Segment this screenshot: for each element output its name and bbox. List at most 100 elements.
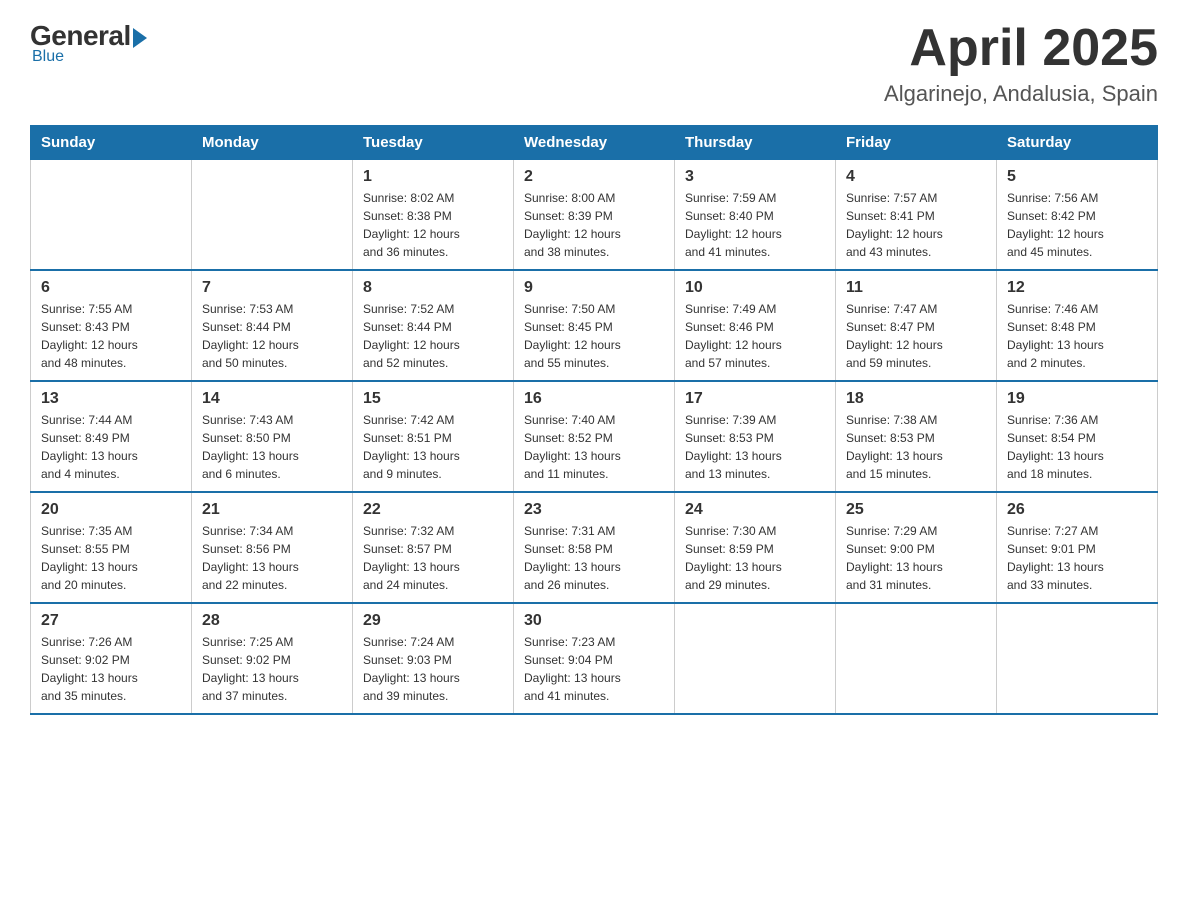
- day-info: Sunrise: 7:46 AM Sunset: 8:48 PM Dayligh…: [1007, 300, 1147, 372]
- day-number: 2: [524, 168, 664, 186]
- day-number: 27: [41, 612, 181, 630]
- day-number: 5: [1007, 168, 1147, 186]
- day-number: 24: [685, 501, 825, 519]
- day-info: Sunrise: 8:02 AM Sunset: 8:38 PM Dayligh…: [363, 189, 503, 261]
- day-header-saturday: Saturday: [997, 126, 1158, 160]
- day-info: Sunrise: 7:59 AM Sunset: 8:40 PM Dayligh…: [685, 189, 825, 261]
- calendar-cell: 7 Sunrise: 7:53 AM Sunset: 8:44 PM Daylig…: [192, 270, 353, 381]
- calendar-cell: 23Sunrise: 7:31 AM Sunset: 8:58 PM Dayli…: [514, 492, 675, 603]
- calendar-cell: 1Sunrise: 8:02 AM Sunset: 8:38 PM Daylig…: [353, 160, 514, 271]
- day-number: 16: [524, 390, 664, 408]
- calendar-cell: 6Sunrise: 7:55 AM Sunset: 8:43 PM Daylig…: [31, 270, 192, 381]
- day-info: Sunrise: 7:30 AM Sunset: 8:59 PM Dayligh…: [685, 522, 825, 594]
- title-area: April 2025 Algarinejo, Andalusia, Spain: [884, 20, 1158, 107]
- calendar-cell: 11 Sunrise: 7:47 AM Sunset: 8:47 PM Dayli…: [836, 270, 997, 381]
- calendar-cell: 24 Sunrise: 7:30 AM Sunset: 8:59 PM Dayli…: [675, 492, 836, 603]
- day-header-tuesday: Tuesday: [353, 126, 514, 160]
- logo: General Blue: [30, 20, 147, 66]
- calendar-cell: 3 Sunrise: 7:59 AM Sunset: 8:40 PM Daylig…: [675, 160, 836, 271]
- calendar-cell: [997, 603, 1158, 714]
- day-number: 11: [846, 279, 986, 297]
- day-info: Sunrise: 7:52 AM Sunset: 8:44 PM Dayligh…: [363, 300, 503, 372]
- calendar-cell: 22 Sunrise: 7:32 AM Sunset: 8:57 PM Dayli…: [353, 492, 514, 603]
- day-info: Sunrise: 7:56 AM Sunset: 8:42 PM Dayligh…: [1007, 189, 1147, 261]
- calendar-week-row: 27 Sunrise: 7:26 AM Sunset: 9:02 PM Dayli…: [31, 603, 1158, 714]
- day-number: 19: [1007, 390, 1147, 408]
- calendar-cell: 28Sunrise: 7:25 AM Sunset: 9:02 PM Dayli…: [192, 603, 353, 714]
- calendar-cell: 18 Sunrise: 7:38 AM Sunset: 8:53 PM Dayli…: [836, 381, 997, 492]
- calendar-table: SundayMondayTuesdayWednesdayThursdayFrid…: [30, 125, 1158, 715]
- calendar-cell: [192, 160, 353, 271]
- calendar-cell: 10 Sunrise: 7:49 AM Sunset: 8:46 PM Dayli…: [675, 270, 836, 381]
- day-info: Sunrise: 7:35 AM Sunset: 8:55 PM Dayligh…: [41, 522, 181, 594]
- day-info: Sunrise: 8:00 AM Sunset: 8:39 PM Dayligh…: [524, 189, 664, 261]
- day-number: 21: [202, 501, 342, 519]
- day-number: 13: [41, 390, 181, 408]
- logo-blue-text: Blue: [32, 48, 64, 66]
- calendar-cell: 16 Sunrise: 7:40 AM Sunset: 8:52 PM Dayli…: [514, 381, 675, 492]
- day-header-monday: Monday: [192, 126, 353, 160]
- calendar-week-row: 6Sunrise: 7:55 AM Sunset: 8:43 PM Daylig…: [31, 270, 1158, 381]
- day-number: 10: [685, 279, 825, 297]
- day-info: Sunrise: 7:38 AM Sunset: 8:53 PM Dayligh…: [846, 411, 986, 483]
- day-info: Sunrise: 7:55 AM Sunset: 8:43 PM Dayligh…: [41, 300, 181, 372]
- calendar-cell: 17 Sunrise: 7:39 AM Sunset: 8:53 PM Dayli…: [675, 381, 836, 492]
- day-number: 22: [363, 501, 503, 519]
- day-number: 14: [202, 390, 342, 408]
- calendar-cell: [836, 603, 997, 714]
- calendar-cell: 25Sunrise: 7:29 AM Sunset: 9:00 PM Dayli…: [836, 492, 997, 603]
- day-info: Sunrise: 7:32 AM Sunset: 8:57 PM Dayligh…: [363, 522, 503, 594]
- day-header-wednesday: Wednesday: [514, 126, 675, 160]
- day-number: 7: [202, 279, 342, 297]
- day-info: Sunrise: 7:42 AM Sunset: 8:51 PM Dayligh…: [363, 411, 503, 483]
- page-title: April 2025: [884, 20, 1158, 77]
- calendar-cell: 5 Sunrise: 7:56 AM Sunset: 8:42 PM Daylig…: [997, 160, 1158, 271]
- calendar-cell: 4 Sunrise: 7:57 AM Sunset: 8:41 PM Daylig…: [836, 160, 997, 271]
- logo-arrow-icon: [133, 28, 147, 48]
- calendar-cell: 19Sunrise: 7:36 AM Sunset: 8:54 PM Dayli…: [997, 381, 1158, 492]
- day-number: 9: [524, 279, 664, 297]
- day-info: Sunrise: 7:27 AM Sunset: 9:01 PM Dayligh…: [1007, 522, 1147, 594]
- day-header-friday: Friday: [836, 126, 997, 160]
- day-number: 12: [1007, 279, 1147, 297]
- day-info: Sunrise: 7:40 AM Sunset: 8:52 PM Dayligh…: [524, 411, 664, 483]
- calendar-cell: 21 Sunrise: 7:34 AM Sunset: 8:56 PM Dayli…: [192, 492, 353, 603]
- day-info: Sunrise: 7:34 AM Sunset: 8:56 PM Dayligh…: [202, 522, 342, 594]
- day-header-thursday: Thursday: [675, 126, 836, 160]
- calendar-cell: 26 Sunrise: 7:27 AM Sunset: 9:01 PM Dayli…: [997, 492, 1158, 603]
- day-info: Sunrise: 7:31 AM Sunset: 8:58 PM Dayligh…: [524, 522, 664, 594]
- day-number: 15: [363, 390, 503, 408]
- day-info: Sunrise: 7:25 AM Sunset: 9:02 PM Dayligh…: [202, 633, 342, 705]
- day-info: Sunrise: 7:47 AM Sunset: 8:47 PM Dayligh…: [846, 300, 986, 372]
- day-number: 25: [846, 501, 986, 519]
- day-number: 30: [524, 612, 664, 630]
- day-info: Sunrise: 7:23 AM Sunset: 9:04 PM Dayligh…: [524, 633, 664, 705]
- day-number: 4: [846, 168, 986, 186]
- calendar-cell: 15 Sunrise: 7:42 AM Sunset: 8:51 PM Dayli…: [353, 381, 514, 492]
- day-number: 26: [1007, 501, 1147, 519]
- day-number: 29: [363, 612, 503, 630]
- calendar-cell: 8 Sunrise: 7:52 AM Sunset: 8:44 PM Daylig…: [353, 270, 514, 381]
- calendar-cell: [675, 603, 836, 714]
- calendar-cell: 30 Sunrise: 7:23 AM Sunset: 9:04 PM Dayli…: [514, 603, 675, 714]
- day-info: Sunrise: 7:39 AM Sunset: 8:53 PM Dayligh…: [685, 411, 825, 483]
- calendar-cell: 29 Sunrise: 7:24 AM Sunset: 9:03 PM Dayli…: [353, 603, 514, 714]
- day-number: 8: [363, 279, 503, 297]
- calendar-cell: 20 Sunrise: 7:35 AM Sunset: 8:55 PM Dayli…: [31, 492, 192, 603]
- day-info: Sunrise: 7:49 AM Sunset: 8:46 PM Dayligh…: [685, 300, 825, 372]
- calendar-cell: 9 Sunrise: 7:50 AM Sunset: 8:45 PM Daylig…: [514, 270, 675, 381]
- day-info: Sunrise: 7:53 AM Sunset: 8:44 PM Dayligh…: [202, 300, 342, 372]
- day-info: Sunrise: 7:26 AM Sunset: 9:02 PM Dayligh…: [41, 633, 181, 705]
- day-info: Sunrise: 7:44 AM Sunset: 8:49 PM Dayligh…: [41, 411, 181, 483]
- calendar-week-row: 20 Sunrise: 7:35 AM Sunset: 8:55 PM Dayli…: [31, 492, 1158, 603]
- calendar-cell: [31, 160, 192, 271]
- day-info: Sunrise: 7:50 AM Sunset: 8:45 PM Dayligh…: [524, 300, 664, 372]
- day-info: Sunrise: 7:57 AM Sunset: 8:41 PM Dayligh…: [846, 189, 986, 261]
- day-info: Sunrise: 7:24 AM Sunset: 9:03 PM Dayligh…: [363, 633, 503, 705]
- day-number: 18: [846, 390, 986, 408]
- page-subtitle: Algarinejo, Andalusia, Spain: [884, 81, 1158, 107]
- day-number: 3: [685, 168, 825, 186]
- page-header: General Blue April 2025 Algarinejo, Anda…: [30, 20, 1158, 107]
- day-number: 20: [41, 501, 181, 519]
- day-number: 17: [685, 390, 825, 408]
